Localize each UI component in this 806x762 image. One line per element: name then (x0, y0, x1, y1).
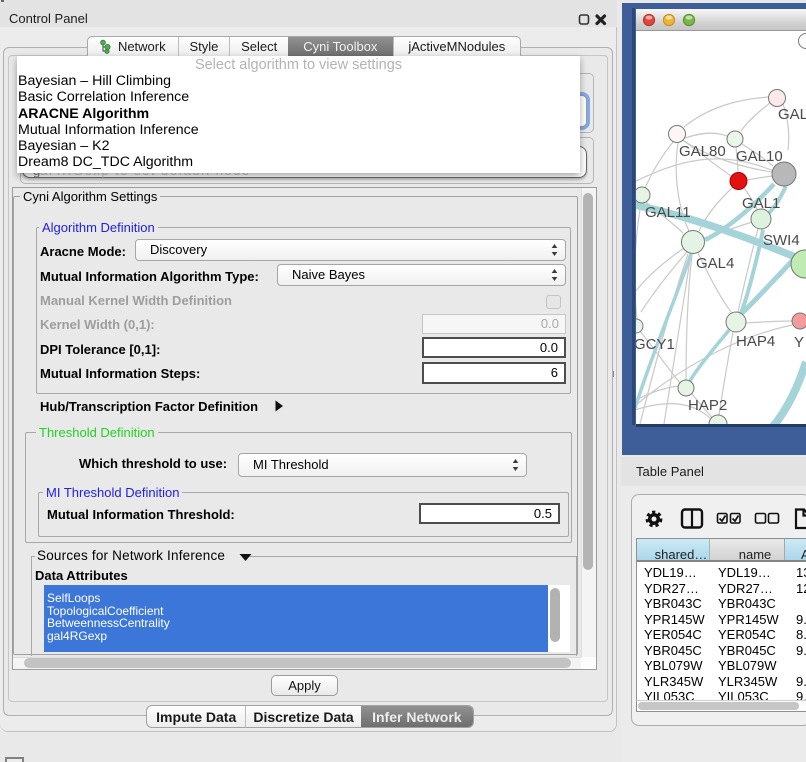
svg-text:HAP2: HAP2 (688, 397, 727, 414)
svg-text:GAL7: GAL7 (778, 106, 806, 123)
svg-text:Y: Y (794, 334, 804, 351)
svg-text:SWI4: SWI4 (763, 232, 800, 249)
svg-text:GAL80: GAL80 (679, 143, 726, 160)
svg-text:HAP4: HAP4 (736, 333, 775, 350)
svg-text:GAL4: GAL4 (696, 255, 734, 272)
svg-text:GAL11: GAL11 (645, 204, 691, 221)
svg-text:GAL1: GAL1 (742, 195, 780, 212)
svg-text:GAL10: GAL10 (736, 148, 783, 165)
svg-text:GCY1: GCY1 (636, 336, 675, 353)
